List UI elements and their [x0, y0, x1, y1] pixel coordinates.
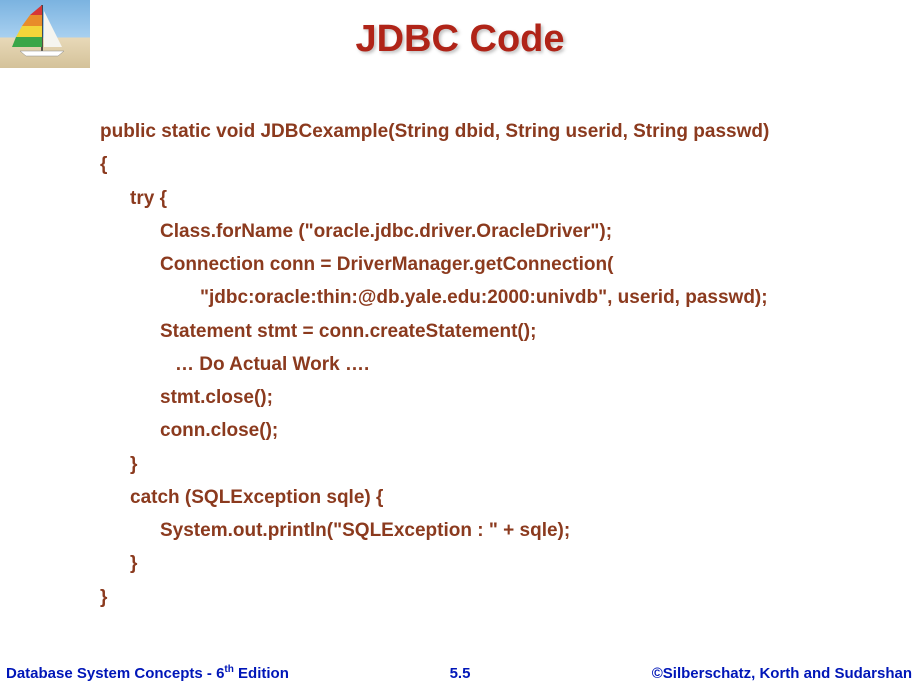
code-line: }	[100, 448, 880, 481]
code-line: try {	[100, 182, 880, 215]
code-line: catch (SQLException sqle) {	[100, 481, 880, 514]
code-line: stmt.close();	[100, 381, 880, 414]
slide-title: JDBC Code	[0, 18, 920, 61]
code-line: public static void JDBCexample(String db…	[100, 115, 880, 148]
code-line: "jdbc:oracle:thin:@db.yale.edu:2000:univ…	[100, 281, 880, 314]
code-line: Class.forName ("oracle.jdbc.driver.Oracl…	[100, 215, 880, 248]
code-line: … Do Actual Work ….	[100, 348, 880, 381]
code-block: public static void JDBCexample(String db…	[100, 115, 880, 614]
code-line: Connection conn = DriverManager.getConne…	[100, 248, 880, 281]
code-line: conn.close();	[100, 414, 880, 447]
footer-copyright: ©Silberschatz, Korth and Sudarshan	[652, 665, 912, 682]
code-line: }	[100, 547, 880, 580]
code-line: System.out.println("SQLException : " + s…	[100, 514, 880, 547]
code-line: Statement stmt = conn.createStatement();	[100, 315, 880, 348]
code-line: {	[100, 148, 880, 181]
code-line: }	[100, 581, 880, 614]
